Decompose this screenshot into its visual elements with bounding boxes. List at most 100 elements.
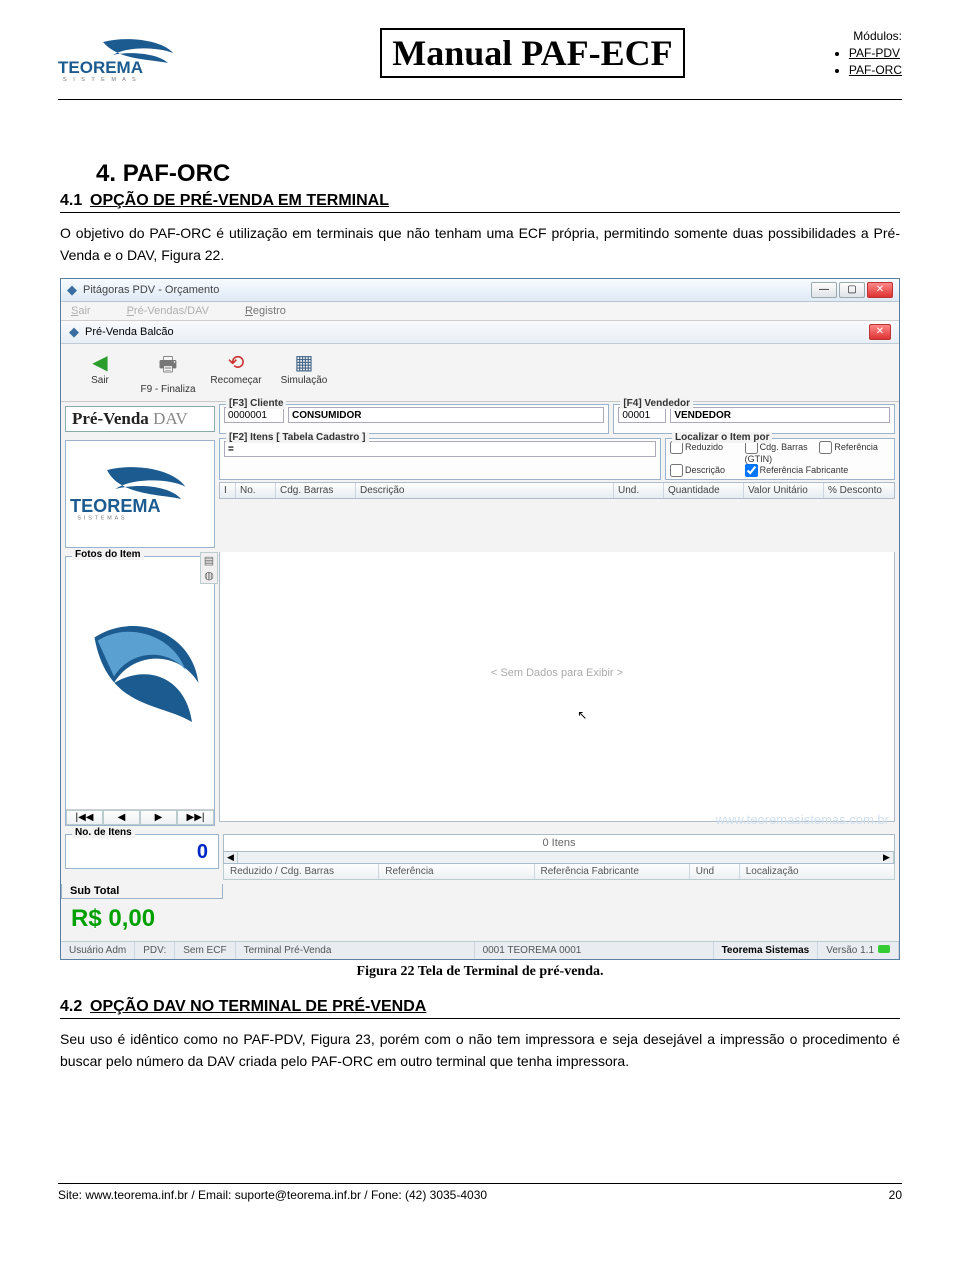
- cliente-codigo-input[interactable]: [224, 407, 284, 423]
- menu-registro[interactable]: Registro: [245, 305, 286, 317]
- sec-num: 4.: [96, 160, 116, 187]
- restart-icon: ⟲: [203, 350, 269, 375]
- cursor-icon: ↖: [577, 708, 587, 722]
- item-photo-placeholder: [66, 557, 214, 809]
- section-4-heading: 4. PAF-ORC: [96, 160, 900, 188]
- back-icon: ◀: [67, 350, 133, 375]
- bottom-columns: Reduzido / Cdg. Barras Referência Referê…: [223, 864, 895, 880]
- subtotal-label: Sub Total: [61, 884, 223, 899]
- localizar-fieldset: Localizar o Item por Reduzido Cdg. Barra…: [665, 438, 895, 480]
- noitens-legend: No. de Itens: [72, 827, 135, 838]
- bcol-ref: Referência: [379, 864, 534, 879]
- status-semecf: Sem ECF: [175, 942, 235, 959]
- nav-next-button[interactable]: ▶: [140, 810, 177, 825]
- watermark-url: www.teoremasistemas.com.br: [716, 812, 889, 827]
- toolbar-sair[interactable]: ◀Sair: [67, 348, 133, 397]
- vendedor-codigo-input[interactable]: [618, 407, 666, 423]
- nav-last-button[interactable]: ▶▶|: [177, 810, 214, 825]
- app-icon: ◆: [67, 282, 77, 298]
- col-cdg[interactable]: Cdg. Barras: [276, 483, 356, 498]
- toolbar-recomecar[interactable]: ⟲Recomeçar: [203, 348, 269, 397]
- photo-nav-row: |◀◀ ◀ ▶ ▶▶|: [66, 809, 214, 825]
- grid-body: ▤ ◍ < Sem Dados para Exibir > ↖: [219, 552, 895, 822]
- cliente-nome-input[interactable]: [288, 407, 604, 423]
- window-titlebar: ◆ Pitágoras PDV - Orçamento — ▢ ✕: [61, 279, 899, 302]
- subsec-num: 4.1: [60, 192, 90, 210]
- chk-cdgbarras[interactable]: Cdg. Barras (GTIN): [745, 441, 816, 464]
- simulation-icon: ▦: [271, 350, 337, 375]
- teorema-logo: TEOREMA S I S T E M A S: [58, 38, 228, 86]
- scroll-left-icon[interactable]: ◀: [224, 852, 238, 863]
- cliente-legend: [F3] Cliente: [226, 398, 286, 409]
- close-button[interactable]: ✕: [867, 282, 893, 298]
- no-data-label: < Sem Dados para Exibir >: [491, 667, 623, 679]
- main-grid: Pré-Venda DAV [F3] Cliente [F4] Vendedor: [61, 402, 899, 830]
- logo-block: TEOREMA S I S T E M A S: [58, 28, 238, 89]
- col-und[interactable]: Und.: [614, 483, 664, 498]
- col-desc[interactable]: Descrição: [356, 483, 614, 498]
- bottom-blocks: No. de Itens 0 www.teoremasistemas.com.b…: [61, 830, 899, 884]
- logo-brand-text: TEOREMA: [58, 58, 143, 77]
- nav-first-button[interactable]: |◀◀: [66, 810, 103, 825]
- status-versao: Versão 1.1: [818, 942, 899, 959]
- side-btn-1[interactable]: ▤: [201, 553, 217, 568]
- col-i[interactable]: I: [220, 483, 236, 498]
- nav-prev-button[interactable]: ◀: [103, 810, 140, 825]
- footer-rule: [58, 1183, 902, 1184]
- subsec-title: OPÇÃO DAV NO TERMINAL DE PRÉ-VENDA: [90, 998, 426, 1015]
- figure-22-screenshot: ◆ Pitágoras PDV - Orçamento — ▢ ✕ Sair P…: [60, 278, 900, 960]
- document-content: 4. PAF-ORC 4.1OPÇÃO DE PRÉ-VENDA EM TERM…: [58, 160, 902, 1073]
- window-title: Pitágoras PDV - Orçamento: [83, 284, 811, 296]
- noitens-fieldset: No. de Itens 0: [65, 834, 219, 869]
- footer-text: Site: www.teorema.inf.br / Email: suport…: [58, 1188, 487, 1202]
- status-bar: Usuário Adm PDV: Sem ECF Terminal Pré-Ve…: [61, 941, 899, 959]
- svg-text:SISTEMAS: SISTEMAS: [77, 515, 127, 521]
- bcol-loc: Localização: [740, 864, 894, 879]
- sec-title: PAF-ORC: [123, 160, 231, 187]
- side-btn-2[interactable]: ◍: [201, 568, 217, 583]
- itens-panel: [F2] Itens [ Tabela Cadastro ] Localizar…: [219, 436, 899, 552]
- vendedor-fieldset: [F4] Vendedor: [613, 404, 895, 434]
- scroll-right-icon[interactable]: ▶: [880, 852, 894, 863]
- h-scrollbar[interactable]: ◀ ▶: [223, 852, 895, 864]
- col-qtd[interactable]: Quantidade: [664, 483, 744, 498]
- teorema-logo-small: TEOREMA SISTEMAS: [70, 466, 210, 524]
- subtotal-row: Sub Total R$ 0,00: [61, 884, 899, 941]
- zero-itens-label: 0 Itens: [223, 834, 895, 852]
- col-desconto[interactable]: % Desconto: [824, 483, 894, 498]
- printer-icon: 🖶: [135, 350, 201, 384]
- fotos-legend: Fotos do Item: [72, 549, 144, 560]
- itens-fieldset: [F2] Itens [ Tabela Cadastro ]: [219, 438, 661, 480]
- minimize-button[interactable]: —: [811, 282, 837, 298]
- panel-close-button[interactable]: ✕: [869, 324, 891, 340]
- chk-referencia[interactable]: Referência: [819, 441, 890, 464]
- chk-reduzido[interactable]: Reduzido: [670, 441, 741, 464]
- menu-sair[interactable]: Sair: [71, 305, 91, 317]
- header-rule: [58, 99, 902, 100]
- toolbar-finaliza[interactable]: 🖶F9 - Finaliza: [135, 348, 201, 397]
- brand-logo-panel: TEOREMA SISTEMAS: [61, 436, 219, 552]
- paragraph-42: Seu uso é idêntico como no PAF-PDV, Figu…: [60, 1029, 900, 1072]
- bcol-reduzido: Reduzido / Cdg. Barras: [224, 864, 379, 879]
- maximize-button[interactable]: ▢: [839, 282, 865, 298]
- chk-reffab[interactable]: Referência Fabricante: [745, 464, 890, 477]
- menu-prevendas[interactable]: Pré-Vendas/DAV: [127, 305, 209, 317]
- vendedor-legend: [F4] Vendedor: [620, 398, 693, 409]
- subsec-title: OPÇÃO DE PRÉ-VENDA EM TERMINAL: [90, 192, 389, 209]
- prevenda-dav-label: Pré-Venda DAV: [65, 406, 215, 432]
- pvb-icon: ◆: [69, 324, 79, 340]
- modules-label: Módulos:: [827, 28, 902, 45]
- figure-22-caption: Figura 22 Tela de Terminal de pré-venda.: [60, 964, 900, 980]
- footer: Site: www.teorema.inf.br / Email: suport…: [58, 1188, 902, 1202]
- svg-text:TEOREMA: TEOREMA: [70, 496, 161, 516]
- col-valor[interactable]: Valor Unitário: [744, 483, 824, 498]
- chk-descricao[interactable]: Descrição: [670, 464, 741, 477]
- itens-legend: [F2] Itens [ Tabela Cadastro ]: [226, 432, 369, 443]
- col-no[interactable]: No.: [236, 483, 276, 498]
- toolbar-simulacao[interactable]: ▦Simulação: [271, 348, 337, 397]
- status-led-icon: [878, 945, 890, 953]
- pvb-title: Pré-Venda Balcão: [85, 326, 174, 338]
- subsec-num: 4.2: [60, 998, 90, 1016]
- vendedor-nome-input[interactable]: [670, 407, 890, 423]
- itens-search-input[interactable]: [224, 441, 656, 457]
